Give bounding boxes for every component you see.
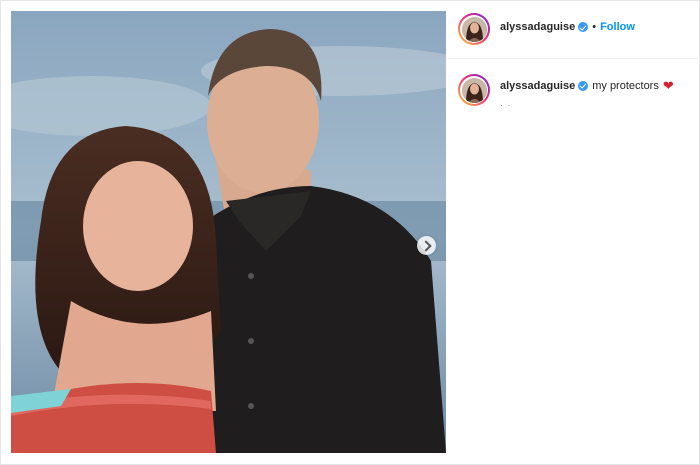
avatar-portrait-icon	[461, 77, 487, 103]
photo-illustration	[11, 11, 446, 453]
avatar-ring-inner	[460, 76, 488, 104]
header-username[interactable]: alyssadaguise	[500, 21, 575, 33]
avatar-image	[461, 16, 487, 42]
header-avatar[interactable]	[458, 13, 490, 45]
chevron-right-icon	[419, 239, 432, 252]
caption-meta: · ·	[500, 100, 512, 110]
caption-row: alyssadaguise my protectors ❤	[500, 79, 674, 92]
red-heart-emoji: ❤	[662, 78, 674, 93]
follow-button[interactable]: Follow	[600, 21, 635, 33]
post-photo[interactable]	[11, 11, 446, 453]
caption-avatar[interactable]	[458, 74, 490, 106]
header-user-row: alyssadaguise • Follow	[500, 21, 635, 33]
caption-text: my protectors	[592, 79, 659, 92]
caption-username[interactable]: alyssadaguise	[500, 80, 575, 92]
avatar-image	[461, 77, 487, 103]
verified-badge-icon	[578, 80, 589, 91]
carousel-next-button[interactable]	[417, 236, 436, 255]
verified-badge-icon	[578, 22, 589, 32]
header-divider	[447, 58, 700, 59]
separator-dot: •	[592, 21, 597, 33]
avatar-ring-inner	[460, 15, 488, 43]
avatar-portrait-icon	[461, 16, 487, 42]
